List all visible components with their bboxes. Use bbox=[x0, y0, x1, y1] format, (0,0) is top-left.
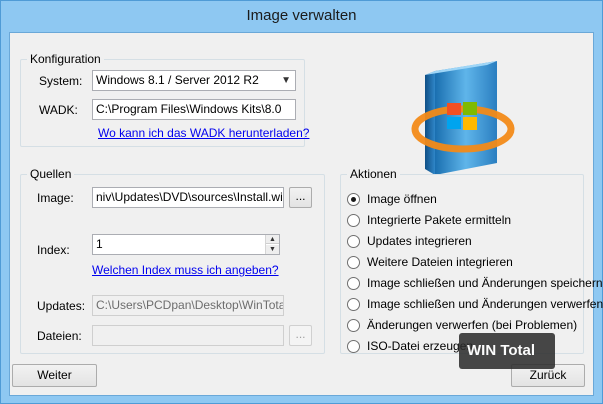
spin-down-icon[interactable]: ▼ bbox=[266, 245, 279, 254]
radio-weitere-dateien[interactable]: Weitere Dateien integrieren bbox=[347, 253, 513, 271]
system-label: System: bbox=[39, 74, 83, 88]
updates-path-input: C:\Users\PCDpan\Desktop\WinTotal bbox=[92, 295, 284, 316]
index-value: 1 bbox=[96, 237, 103, 251]
konfiguration-group: Konfiguration System: Windows 8.1 / Serv… bbox=[20, 52, 309, 147]
index-input[interactable]: 1 ▲ ▼ bbox=[92, 234, 280, 255]
spin-up-icon[interactable]: ▲ bbox=[266, 235, 279, 244]
radio-label: Änderungen verwerfen (bei Problemen) bbox=[367, 318, 578, 332]
radio-aenderungen-verwerfen[interactable]: Änderungen verwerfen (bei Problemen) bbox=[347, 316, 577, 334]
weiter-button[interactable]: Weiter bbox=[12, 364, 97, 387]
index-label: Index: bbox=[37, 243, 70, 257]
system-select-value: Windows 8.1 / Server 2012 R2 bbox=[96, 73, 259, 87]
window-title: Image verwalten bbox=[246, 7, 357, 24]
quellen-group: Quellen Image: niv\Updates\DVD\sources\I… bbox=[20, 167, 325, 354]
radio-icon[interactable] bbox=[347, 339, 360, 353]
windows-product-box-icon bbox=[405, 53, 515, 183]
radio-icon[interactable] bbox=[347, 297, 360, 311]
radio-label: Integrierte Pakete ermitteln bbox=[367, 213, 512, 227]
wintotal-watermark: WIN Total bbox=[459, 333, 555, 369]
radio-schliessen-verwerfen[interactable]: Image schließen und Änderungen verwerfen bbox=[347, 295, 603, 313]
radio-label: Image schließen und Änderungen verwerfen bbox=[367, 297, 603, 311]
updates-label: Updates: bbox=[37, 299, 86, 313]
radio-schliessen-speichern[interactable]: Image schließen und Änderungen speichern bbox=[347, 274, 603, 292]
wadk-input[interactable]: C:\Program Files\Windows Kits\8.0 bbox=[92, 99, 296, 120]
image-browse-button[interactable]: ... bbox=[289, 187, 312, 208]
radio-integrierte-pakete[interactable]: Integrierte Pakete ermitteln bbox=[347, 211, 511, 229]
radio-label: ISO-Datei erzeugen bbox=[367, 339, 474, 353]
dateien-path-input bbox=[92, 325, 284, 346]
dialog-client-area: Konfiguration System: Windows 8.1 / Serv… bbox=[9, 32, 603, 396]
system-select[interactable]: Windows 8.1 / Server 2012 R2 ▼ bbox=[92, 70, 296, 91]
index-help-link[interactable]: Welchen Index muss ich angeben? bbox=[92, 263, 279, 277]
radio-label: Updates integrieren bbox=[367, 234, 472, 248]
radio-icon[interactable] bbox=[347, 255, 360, 269]
aktionen-group: Aktionen Image öffnen Integrierte Pakete… bbox=[340, 167, 603, 355]
radio-icon[interactable] bbox=[347, 234, 360, 248]
wadk-label: WADK: bbox=[39, 103, 78, 117]
dialog-window: Image verwalten Konfiguration System: Wi… bbox=[0, 0, 603, 404]
radio-label: Image schließen und Änderungen speichern bbox=[367, 276, 603, 290]
radio-icon[interactable] bbox=[347, 318, 360, 332]
index-spinner[interactable]: ▲ ▼ bbox=[265, 235, 279, 254]
chevron-down-icon[interactable]: ▼ bbox=[281, 71, 291, 90]
radio-icon[interactable] bbox=[347, 276, 360, 290]
dateien-browse-button: ... bbox=[289, 325, 312, 346]
image-label: Image: bbox=[37, 191, 74, 205]
quellen-legend: Quellen bbox=[27, 167, 75, 181]
radio-iso-erzeugen[interactable]: ISO-Datei erzeugen bbox=[347, 337, 473, 355]
image-path-input[interactable]: niv\Updates\DVD\sources\Install.wim bbox=[92, 187, 284, 208]
radio-label: Image öffnen bbox=[367, 192, 437, 206]
radio-label: Weitere Dateien integrieren bbox=[367, 255, 513, 269]
radio-icon[interactable] bbox=[347, 192, 360, 206]
konfiguration-legend: Konfiguration bbox=[27, 52, 104, 66]
dateien-label: Dateien: bbox=[37, 329, 82, 343]
radio-image-oeffnen[interactable]: Image öffnen bbox=[347, 190, 437, 208]
aktionen-legend: Aktionen bbox=[347, 167, 400, 181]
wadk-download-link[interactable]: Wo kann ich das WADK herunterladen? bbox=[98, 126, 309, 140]
radio-icon[interactable] bbox=[347, 213, 360, 227]
radio-updates-integrieren[interactable]: Updates integrieren bbox=[347, 232, 472, 250]
